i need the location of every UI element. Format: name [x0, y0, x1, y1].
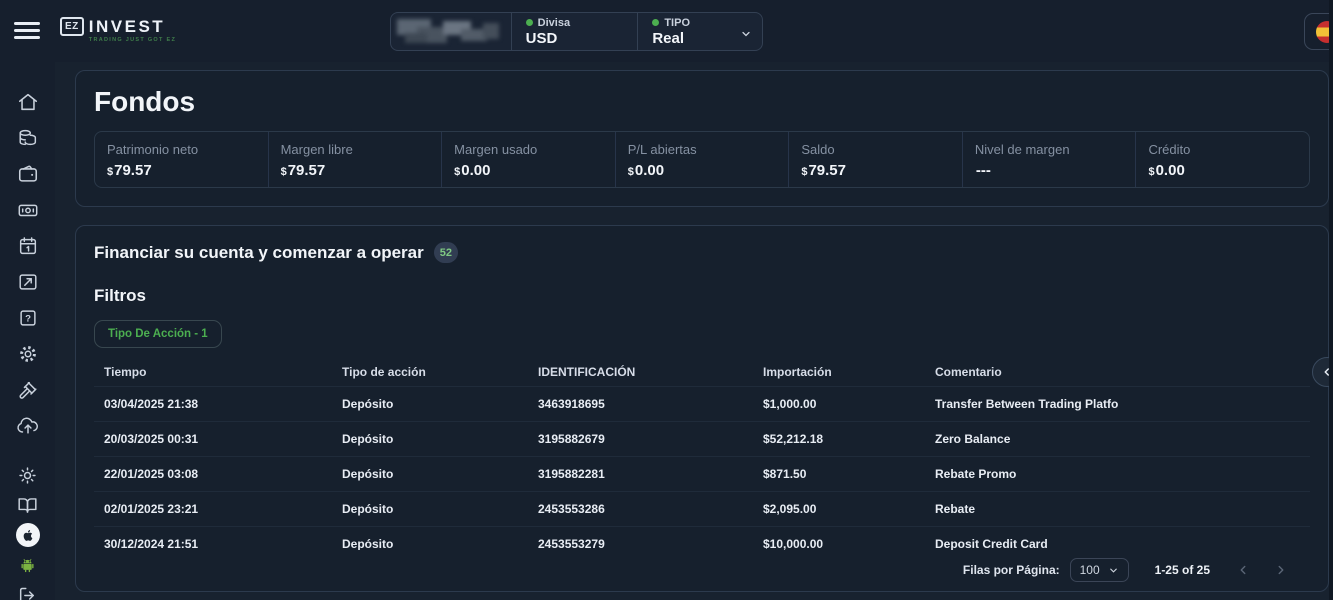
- gavel-icon: [17, 380, 38, 401]
- table-pagination: Filas por Página: 100 1-25 of 25: [94, 550, 1310, 590]
- funds-panel: Fondos Patrimonio neto $79.57 Margen lib…: [75, 70, 1329, 207]
- currency-value: USD: [526, 30, 624, 47]
- transaction-count-badge: 52: [434, 242, 458, 263]
- apple-icon: [20, 528, 35, 543]
- next-page-icon[interactable]: [1274, 563, 1288, 577]
- table-header-row: Tiempo Tipo de acción IDENTIFICACIÓN Imp…: [94, 359, 1310, 386]
- sidebar-item-theme[interactable]: [0, 460, 55, 490]
- filter-chip-action-type[interactable]: Tipo De Acción - 1: [94, 320, 222, 348]
- sidebar-item-settings[interactable]: [0, 336, 55, 372]
- account-type-label: TIPO: [664, 17, 690, 29]
- currency-label: Divisa: [538, 17, 570, 29]
- chevron-down-icon: [1108, 565, 1119, 576]
- col-header-tipo: Tipo de acción: [332, 359, 528, 386]
- coins-icon: [17, 127, 39, 149]
- open-book-icon: [17, 495, 38, 516]
- top-bar: EZ INVEST TRADING JUST GOT EZ Divisa USD: [0, 0, 1333, 62]
- green-status-dot: [652, 19, 659, 26]
- table-row[interactable]: 20/03/2025 00:31 Depósito 3195882679 $52…: [94, 421, 1310, 456]
- account-name-redacted[interactable]: [391, 13, 511, 50]
- sidebar-item-funds[interactable]: [0, 120, 55, 156]
- col-header-id: IDENTIFICACIÓN: [528, 359, 753, 386]
- transactions-table: Tiempo Tipo de acción IDENTIFICACIÓN Imp…: [94, 359, 1310, 550]
- table-row[interactable]: 22/01/2025 03:08 Depósito 3195882281 $87…: [94, 456, 1310, 491]
- sidebar-item-help[interactable]: ?: [0, 300, 55, 336]
- sidebar-item-logout[interactable]: [0, 580, 55, 600]
- brand-name: INVEST: [89, 18, 176, 35]
- brand-tagline: TRADING JUST GOT EZ: [89, 37, 176, 43]
- sun-icon: [17, 465, 38, 486]
- stat-patrimonio-neto: Patrimonio neto $79.57: [95, 132, 268, 187]
- currency-selector[interactable]: Divisa USD: [511, 13, 638, 50]
- table-row[interactable]: 30/12/2024 21:51 Depósito 2453553279 $10…: [94, 526, 1310, 550]
- rows-per-page-select[interactable]: 100: [1070, 558, 1129, 582]
- stat-margen-usado: Margen usado $0.00: [441, 132, 615, 187]
- sidebar-item-calendar[interactable]: [0, 228, 55, 264]
- banknote-icon: [17, 199, 39, 221]
- col-header-tiempo: Tiempo: [94, 359, 332, 386]
- censored-account-blur: [395, 17, 505, 47]
- stat-credito: Crédito $0.00: [1135, 132, 1309, 187]
- sidebar-item-legal[interactable]: [0, 372, 55, 408]
- account-selector[interactable]: Divisa USD TIPO Real: [390, 12, 763, 51]
- account-type-selector[interactable]: TIPO Real: [637, 13, 762, 50]
- account-type-value: Real: [652, 30, 748, 47]
- help-icon: ?: [17, 307, 39, 329]
- trade-arrow-box-icon: [17, 271, 39, 293]
- gear-icon: [17, 343, 39, 365]
- previous-page-icon[interactable]: [1236, 563, 1250, 577]
- funds-stats-bar: Patrimonio neto $79.57 Margen libre $79.…: [94, 131, 1310, 188]
- funds-title: Fondos: [94, 86, 1310, 118]
- sidebar-item-android-app[interactable]: [0, 550, 55, 580]
- pagination-range: 1-25 of 25: [1155, 563, 1210, 577]
- sidebar-item-payments[interactable]: [0, 192, 55, 228]
- sidebar-item-trading[interactable]: [0, 264, 55, 300]
- sidebar-item-home[interactable]: [0, 84, 55, 120]
- svg-text:?: ?: [25, 314, 31, 325]
- home-icon: [17, 91, 39, 113]
- android-icon: [18, 556, 37, 575]
- stat-saldo: Saldo $79.57: [788, 132, 962, 187]
- sidebar-item-wallet[interactable]: [0, 156, 55, 192]
- green-status-dot: [526, 19, 533, 26]
- stat-pl-abiertas: P/L abiertas $0.00: [615, 132, 789, 187]
- rows-per-page-label: Filas por Página:: [963, 563, 1060, 577]
- scrollbar-track[interactable]: [1329, 0, 1333, 600]
- cloud-upload-icon: [17, 415, 39, 437]
- col-header-comentario: Comentario: [925, 359, 1310, 386]
- funding-panel: Financiar su cuenta y comenzar a operar …: [75, 225, 1329, 592]
- sidebar-item-ios-app[interactable]: [0, 520, 55, 550]
- stat-margen-libre: Margen libre $79.57: [268, 132, 442, 187]
- filters-title: Filtros: [94, 286, 1310, 306]
- stat-nivel-de-margen: Nivel de margen ---: [962, 132, 1136, 187]
- sidebar-nav: ?: [0, 62, 55, 600]
- brand-logo[interactable]: EZ INVEST TRADING JUST GOT EZ: [60, 14, 176, 43]
- sidebar-item-upload[interactable]: [0, 408, 55, 444]
- logout-icon: [17, 585, 38, 600]
- col-header-importacion: Importación: [753, 359, 925, 386]
- brand-logo-box: EZ: [60, 17, 84, 36]
- table-row[interactable]: 02/01/2025 23:21 Depósito 2453553286 $2,…: [94, 491, 1310, 526]
- sidebar-item-docs[interactable]: [0, 490, 55, 520]
- calendar-icon: [17, 235, 39, 257]
- table-row[interactable]: 03/04/2025 21:38 Depósito 3463918695 $1,…: [94, 386, 1310, 421]
- hamburger-menu-icon[interactable]: [14, 17, 40, 43]
- wallet-icon: [17, 163, 39, 185]
- funding-title: Financiar su cuenta y comenzar a operar: [94, 243, 424, 263]
- chevron-down-icon: [740, 27, 752, 45]
